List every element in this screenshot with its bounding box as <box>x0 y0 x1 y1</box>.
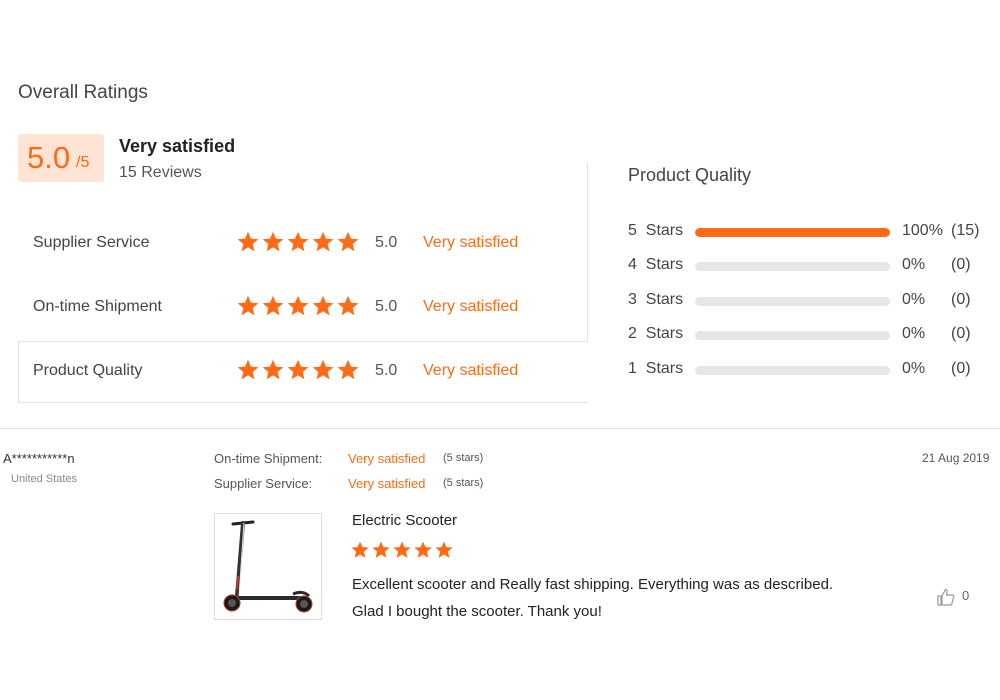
breakdown-row-3: 3 Stars 0% (0) <box>628 289 988 313</box>
breakdown-percent: 100% <box>902 222 943 239</box>
rating-satisfaction: Very satisfied <box>423 298 519 315</box>
breakdown-count: (0) <box>951 360 971 377</box>
breakdown-label: 2 Stars <box>628 325 684 342</box>
star-icon <box>286 294 310 318</box>
review-stars <box>350 540 455 560</box>
breakdown-percent: 0% <box>902 325 926 342</box>
star-icon <box>311 230 335 254</box>
rating-value: 5.0 <box>375 362 398 379</box>
scooter-image <box>223 520 313 613</box>
breakdown-label: 4 Stars <box>628 256 684 273</box>
star-icon <box>311 294 335 318</box>
ratings-panel: Supplier Service 5.0 Very satisfied On-t… <box>18 163 588 403</box>
star-icon <box>413 540 433 560</box>
breakdown-title: Product Quality <box>628 165 752 185</box>
product-thumbnail[interactable] <box>214 513 322 620</box>
breakdown-bar <box>695 228 890 237</box>
star-icon <box>261 230 285 254</box>
review-meta-value: Very satisfied <box>348 451 426 466</box>
review-meta-value: Very satisfied <box>348 476 426 491</box>
breakdown-row-1: 1 Stars 0% (0) <box>628 358 988 382</box>
breakdown-bar <box>695 262 890 271</box>
rating-label: On-time Shipment <box>33 298 162 315</box>
rating-stars <box>236 294 361 318</box>
review-meta-stars: (5 stars) <box>443 477 484 489</box>
star-icon <box>261 294 285 318</box>
reviewer-country: United States <box>11 473 78 485</box>
review-date: 21 Aug 2019 <box>922 451 990 465</box>
rating-label: Supplier Service <box>33 234 150 251</box>
product-name[interactable]: Electric Scooter <box>352 512 457 529</box>
breakdown-count: (15) <box>951 222 980 239</box>
rating-satisfaction: Very satisfied <box>423 362 519 379</box>
star-icon <box>336 294 360 318</box>
breakdown-label: 1 Stars <box>628 360 684 377</box>
star-icon <box>236 358 260 382</box>
breakdown-percent: 0% <box>902 291 926 308</box>
breakdown-row-2: 2 Stars 0% (0) <box>628 323 988 347</box>
star-icon <box>392 540 412 560</box>
rating-satisfaction: Very satisfied <box>423 234 519 251</box>
breakdown-bar <box>695 297 890 306</box>
breakdown-count: (0) <box>951 291 971 308</box>
breakdown-row-4: 4 Stars 0% (0) <box>628 254 988 278</box>
rating-stars <box>236 358 361 382</box>
star-icon <box>236 294 260 318</box>
rating-row-on-time-shipment: On-time Shipment 5.0 Very satisfied <box>18 294 578 324</box>
breakdown-percent: 0% <box>902 360 926 377</box>
review-text-line: Glad I bought the scooter. Thank you! <box>352 603 602 620</box>
star-icon <box>286 230 310 254</box>
rating-row-supplier-service: Supplier Service 5.0 Very satisfied <box>18 230 578 260</box>
star-icon <box>236 230 260 254</box>
star-icon <box>350 540 370 560</box>
breakdown-bar <box>695 366 890 375</box>
review-meta-key: Supplier Service: <box>214 476 313 491</box>
breakdown-percent: 0% <box>902 256 926 273</box>
star-icon <box>286 358 310 382</box>
review-text-line: Excellent scooter and Really fast shippi… <box>352 576 834 593</box>
overall-ratings-title: Overall Ratings <box>18 82 148 103</box>
reviewer-name: A***********n <box>3 451 75 466</box>
star-icon <box>261 358 285 382</box>
star-icon <box>434 540 454 560</box>
breakdown-bar <box>695 331 890 340</box>
breakdown-count: (0) <box>951 256 971 273</box>
breakdown-row-5: 5 Stars 100% (15) <box>628 220 988 244</box>
star-icon <box>336 358 360 382</box>
review-meta-key: On-time Shipment: <box>214 451 323 466</box>
rating-stars <box>236 230 361 254</box>
rating-value: 5.0 <box>375 234 398 251</box>
helpful-count: 0 <box>962 588 970 603</box>
star-icon <box>336 230 360 254</box>
rating-row-product-quality[interactable]: Product Quality 5.0 Very satisfied <box>18 358 578 388</box>
breakdown-label: 3 Stars <box>628 291 684 308</box>
review-text: Excellent scooter and Really fast shippi… <box>352 571 912 625</box>
breakdown-label: 5 Stars <box>628 222 684 239</box>
breakdown-count: (0) <box>951 325 971 342</box>
section-divider <box>0 428 1000 429</box>
star-icon <box>311 358 335 382</box>
review-meta-stars: (5 stars) <box>443 452 484 464</box>
star-icon <box>371 540 391 560</box>
overall-summary-label: Very satisfied <box>119 136 236 156</box>
rating-label: Product Quality <box>33 362 143 379</box>
thumbs-up-icon[interactable] <box>936 587 956 612</box>
rating-value: 5.0 <box>375 298 398 315</box>
breakdown-bar-fill <box>695 228 890 237</box>
